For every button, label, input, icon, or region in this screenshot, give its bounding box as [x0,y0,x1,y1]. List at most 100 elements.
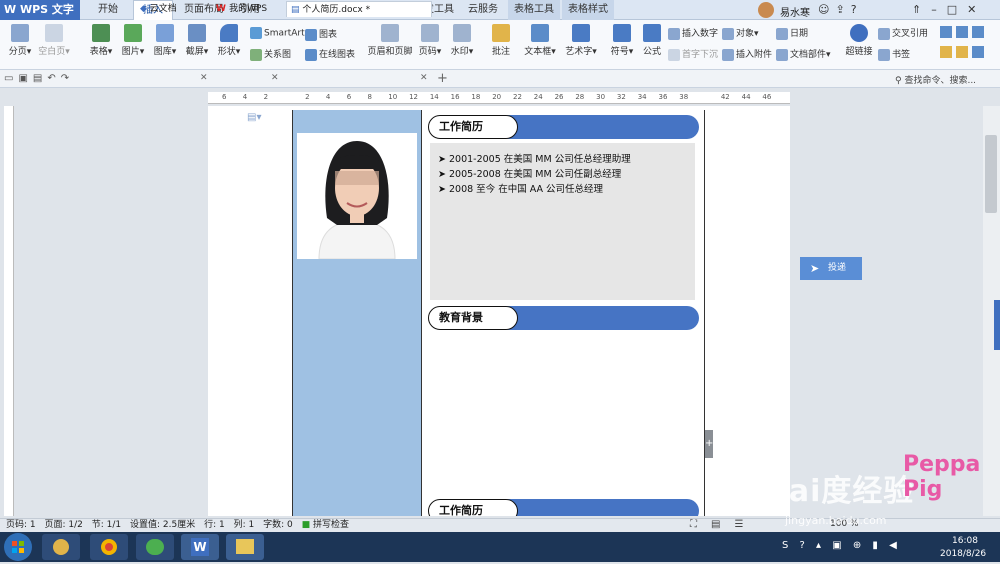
taskbar-app-games[interactable] [42,534,80,560]
section-header-work-2[interactable]: 工作简历 [428,499,700,516]
close-tab-icon[interactable]: ✕ [200,73,208,83]
header-bar [498,115,699,139]
picture-button[interactable]: 图片▾ [118,24,148,57]
page-marker-icon: ▤▾ [247,112,262,123]
redo-icon[interactable]: ↷ [61,73,74,84]
gallery-button[interactable]: 图库▾ [150,24,180,57]
side-panel-toggle[interactable] [994,300,1000,350]
textbox-button[interactable]: 文本框▾ [522,24,558,57]
page-number-button[interactable]: 页码▾ [416,24,444,57]
formula-button[interactable]: 公式 [640,24,664,57]
ruler-tick-label: 6 [222,93,227,101]
start-button[interactable] [4,533,32,561]
symbol-button[interactable]: 符号▾ [608,24,636,57]
style-gallery[interactable] [940,26,996,62]
close-tab-icon[interactable]: ✕ [271,73,279,83]
scrollbar-thumb[interactable] [985,135,997,213]
doc-tab-cloud[interactable]: ◆ 云文档 [136,1,206,17]
page-break-button[interactable]: 分页▾ [6,24,34,57]
table-button[interactable]: 表格▾ [86,24,116,57]
horizontal-ruler[interactable]: 6 4 2 2 4 6 8 10 12 14 16 18 20 22 24 26 28 30 32 34 36 38 42 4… [208,92,790,104]
section-header-education[interactable]: 教育背景 [428,306,700,330]
online-chart-button[interactable]: 在线图表 [305,47,355,61]
wordart-button[interactable]: 艺术字▾ [563,24,599,57]
date-button[interactable]: 日期 [776,26,808,40]
section-header-work[interactable]: 工作简历 [428,115,700,139]
send-button[interactable]: ➤ 投递 [800,257,862,280]
list-item: ➤ 2008 至今 在中国 AA 公司任总经理 [438,184,604,195]
clock-time[interactable]: 16:08 [952,536,978,546]
restore-ribbon-icon[interactable]: ⇑ [912,3,931,16]
list-item: ➤ 2001-2005 在美国 MM 公司任总经理助理 [438,154,631,165]
bookmark-button[interactable]: 书签 [878,47,910,61]
close-tab-icon[interactable]: ✕ [420,73,428,83]
comment-icon [492,24,510,42]
taskbar-app-wechat[interactable] [136,534,174,560]
header-bar [498,306,699,330]
share-icon[interactable]: ⇪ [835,3,850,16]
page-view-icon[interactable]: ▤ [711,519,734,530]
tab-table-style[interactable]: 表格样式 [562,0,614,20]
minimize-icon[interactable]: – [931,3,947,16]
object-button[interactable]: 对象▾ [722,26,759,40]
ruler-tick-label: 26 [554,93,564,101]
command-search[interactable]: ⚲ 查找命令、搜索... [895,73,976,86]
header-footer-button[interactable]: 页眉和页脚 [366,24,414,57]
status-words[interactable]: 字数: 0 [263,520,293,530]
help-icon[interactable]: ? [851,3,863,16]
calendar-icon [776,27,788,40]
open-folder-icon[interactable]: ▭ [4,73,18,84]
smartart-button[interactable]: SmartArt [250,27,305,39]
doc-tab-resume[interactable]: ▤ 个人简历.docx * [286,1,432,17]
taskbar-app-explorer[interactable] [226,534,264,560]
work-experience-box[interactable]: ➤ 2001-2005 在美国 MM 公司任总经理助理 ➤ 2005-2008 … [430,143,695,300]
spell-check-icon: ■ [301,520,311,530]
doc-tab-my-wps[interactable]: W 我的WPS [212,1,286,17]
tab-home[interactable]: 开始 [88,0,128,20]
insert-attachment-button[interactable]: 插入附件 [722,47,772,61]
cloud-icon: ◆ [140,4,150,14]
shape-button[interactable]: 形状▾ [214,24,244,57]
wechat-icon [146,539,164,555]
comment-button[interactable]: 批注 [488,24,514,57]
chart-button[interactable]: 图表 [305,27,337,41]
ruler-tick-label: 34 [637,93,647,101]
fullscreen-icon[interactable]: ⛶ [690,519,711,530]
taskbar-app-wps[interactable]: W [181,534,219,560]
maximize-icon[interactable]: □ [947,3,967,16]
table-expand-handle[interactable]: + [705,430,713,458]
undo-icon[interactable]: ↶ [47,73,60,84]
profile-photo[interactable] [297,133,417,259]
watermark-button[interactable]: 水印▾ [448,24,476,57]
ruler-tick-label: 2 [263,93,269,101]
spell-check[interactable]: ■ 拼写检查 [302,520,349,530]
save-icon[interactable]: ▣ [18,73,32,84]
blank-page-button[interactable]: 空白页▾ [37,24,71,57]
clock-date[interactable]: 2018/8/26 [940,549,986,559]
close-icon[interactable]: ✕ [967,3,986,16]
skin-icon[interactable]: ☺ [818,3,835,16]
first-drop-button[interactable]: 首字下沉 [668,47,718,61]
taskbar-app-chrome[interactable] [90,534,128,560]
ruler-tick-label: 4 [242,93,248,101]
relation-chart-button[interactable]: 关系图 [250,47,291,61]
print-icon[interactable]: ▤ [33,73,47,84]
app-menu-button[interactable]: W WPS 文字 ▾ [0,0,80,36]
tab-cloud[interactable]: 云服务 [462,0,504,20]
user-name[interactable]: 易水寒 [780,4,810,19]
tray-icons[interactable]: S ? ▴ ▣ ⊕ ▮ ◀ [782,540,901,551]
ruler-tick-label: 22 [513,93,522,101]
new-tab-icon[interactable]: + [437,71,448,86]
screenshot-button[interactable]: 截屏▾ [182,24,212,57]
outline-view-icon[interactable]: ☰ [734,519,757,530]
vertical-ruler[interactable] [4,106,14,516]
cross-ref-button[interactable]: 交叉引用 [878,26,928,40]
doc-parts-button[interactable]: 文档部件▾ [776,47,831,61]
user-avatar[interactable] [758,2,774,18]
doc-parts-icon [776,48,788,61]
tab-table-tools[interactable]: 表格工具 [508,0,560,20]
insert-number-button[interactable]: 插入数字 [668,26,718,40]
omega-icon [613,24,631,42]
window-controls: ⇑–□✕ [912,3,986,16]
hyperlink-button[interactable]: 超链接 [842,24,876,57]
